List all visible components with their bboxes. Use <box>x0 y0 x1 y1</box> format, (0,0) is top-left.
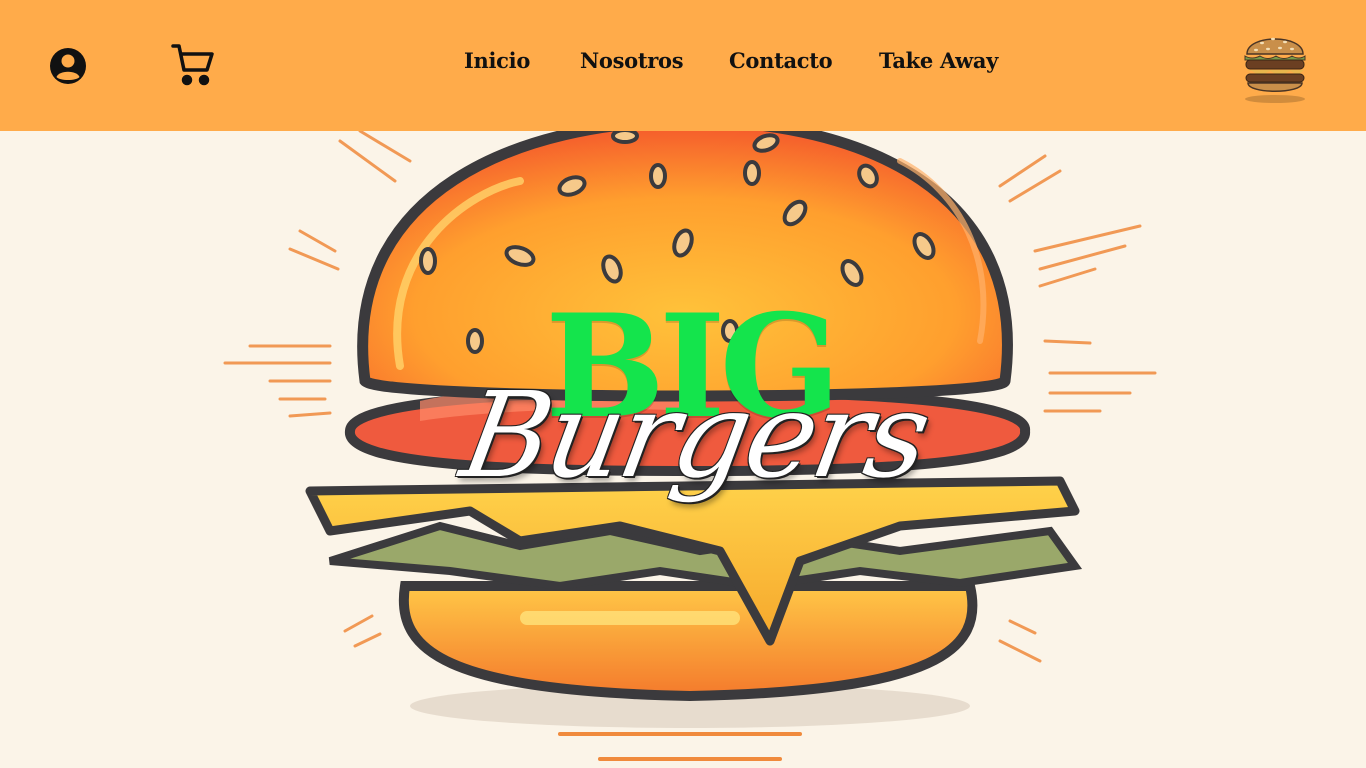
hero-banner: BIG Burgers <box>0 131 1366 768</box>
burger-logo-icon[interactable] <box>1240 26 1310 104</box>
hero-title-burgers: Burgers <box>452 366 938 504</box>
nav-link-inicio[interactable]: Inicio <box>464 48 530 73</box>
nav-link-nosotros[interactable]: Nosotros <box>580 48 684 73</box>
nav-link-take-away[interactable]: Take Away <box>879 48 998 73</box>
main-nav: Inicio Nosotros Contacto Take Away <box>0 48 1366 82</box>
site-header: Inicio Nosotros Contacto Take Away <box>0 0 1366 131</box>
nav-link-contacto[interactable]: Contacto <box>729 48 833 73</box>
